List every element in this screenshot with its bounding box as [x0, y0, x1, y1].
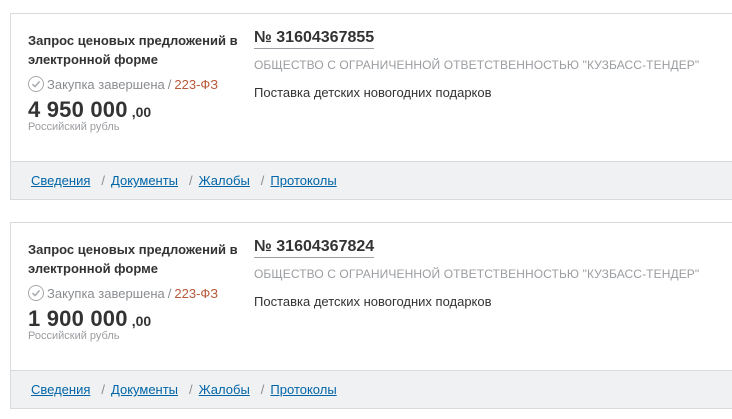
currency-label: Российский рубль	[28, 121, 120, 133]
tab-documents[interactable]: Документы	[111, 382, 178, 397]
tab-complaints[interactable]: Жалобы	[199, 382, 250, 397]
tab-info[interactable]: Сведения	[31, 173, 90, 188]
procedure-type: Запрос ценовых предложений в электронной…	[28, 33, 238, 67]
procedure-type: Запрос ценовых предложений в электронной…	[28, 242, 238, 276]
price-integer: 1 900 000	[28, 306, 128, 331]
tab-separator: /	[101, 173, 106, 188]
status-text: Закупка завершена	[47, 76, 165, 92]
tab-info[interactable]: Сведения	[31, 382, 90, 397]
check-circle-icon	[28, 76, 44, 92]
tab-protocols[interactable]: Протоколы	[270, 173, 336, 188]
price: 4 950 000 ,00	[28, 97, 253, 123]
tab-separator: /	[101, 382, 106, 397]
tab-protocols[interactable]: Протоколы	[270, 382, 336, 397]
registry-number-link[interactable]: № 31604367855	[254, 29, 375, 49]
tab-separator: /	[189, 382, 193, 397]
price-integer: 4 950 000	[28, 97, 128, 122]
separator: /	[167, 285, 172, 301]
status-text: Закупка завершена	[47, 285, 165, 301]
purchase-subject: Поставка детских новогодних подарков	[254, 85, 492, 100]
separator: /	[167, 76, 172, 92]
registry-number-link[interactable]: № 31604367824	[254, 238, 375, 258]
card-right-column: № 31604367855 ОБЩЕСТВО С ОГРАНИЧЕННОЙ ОТ…	[254, 29, 728, 100]
card-left-column: Запрос ценовых предложений в электронной…	[28, 31, 253, 133]
price-fraction: ,00	[131, 313, 152, 329]
law-label: 223-ФЗ	[174, 76, 219, 92]
law-label: 223-ФЗ	[174, 285, 219, 301]
currency-label: Российский рубль	[28, 330, 120, 342]
check-circle-icon	[28, 285, 44, 301]
card-left-column: Запрос ценовых предложений в электронной…	[28, 240, 253, 342]
card-body: Запрос ценовых предложений в электронной…	[11, 223, 732, 371]
purchase-subject: Поставка детских новогодних подарков	[254, 294, 492, 309]
tab-separator: /	[189, 173, 193, 188]
status-row: Закупка завершена / 223-ФЗ	[28, 285, 253, 301]
organization-name: ОБЩЕСТВО С ОГРАНИЧЕННОЙ ОТВЕТСТВЕННОСТЬЮ…	[254, 267, 700, 281]
organization-name: ОБЩЕСТВО С ОГРАНИЧЕННОЙ ОТВЕТСТВЕННОСТЬЮ…	[254, 58, 700, 72]
purchase-card: Запрос ценовых предложений в электронной…	[10, 222, 732, 409]
price: 1 900 000 ,00	[28, 306, 253, 332]
purchase-card: Запрос ценовых предложений в электронной…	[10, 13, 732, 200]
price-fraction: ,00	[131, 104, 152, 120]
card-tabs: Сведения / Документы / Жалобы / Протокол…	[11, 161, 732, 199]
tab-separator: /	[260, 173, 265, 188]
card-tabs: Сведения / Документы / Жалобы / Протокол…	[11, 370, 732, 408]
tab-documents[interactable]: Документы	[111, 173, 178, 188]
tab-complaints[interactable]: Жалобы	[199, 173, 250, 188]
status-row: Закупка завершена / 223-ФЗ	[28, 76, 253, 92]
card-right-column: № 31604367824 ОБЩЕСТВО С ОГРАНИЧЕННОЙ ОТ…	[254, 238, 728, 309]
tab-separator: /	[260, 382, 265, 397]
card-body: Запрос ценовых предложений в электронной…	[11, 14, 732, 162]
